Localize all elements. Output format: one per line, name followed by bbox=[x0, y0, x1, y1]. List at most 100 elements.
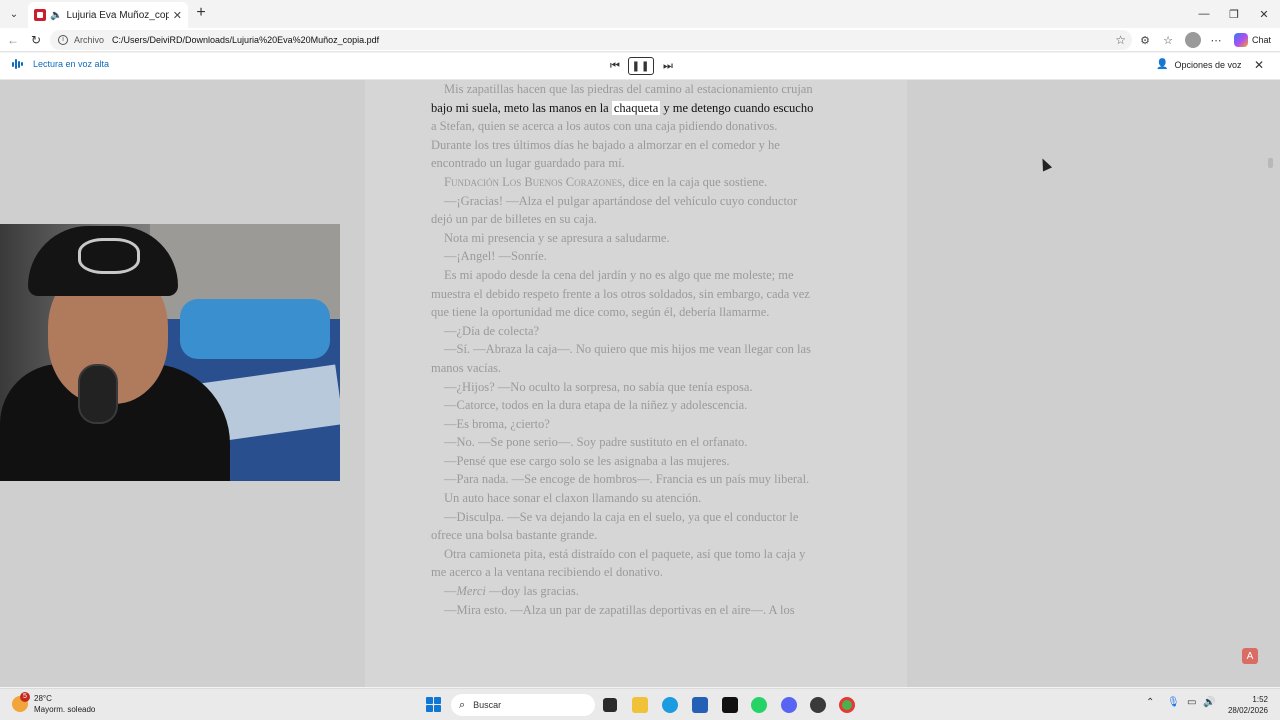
pdf-favicon-icon bbox=[34, 9, 46, 21]
close-window-button[interactable]: ✕ bbox=[1248, 0, 1280, 28]
tab-strip: ⌄ 🔈 Lujuria Eva Muñoz_copia.pdf ✕ + — ❐ … bbox=[0, 0, 1280, 28]
text-line: Mis zapatillas hacen que las piedras del… bbox=[444, 82, 813, 96]
copilot-chat-button[interactable]: Chat bbox=[1234, 31, 1271, 49]
text-line: —No. —Se pone serio—. Soy padre sustitut… bbox=[444, 435, 748, 450]
text-line: manos vacías. bbox=[431, 360, 502, 375]
text-line: —¿Hijos? —No oculto la sorpresa, no sabí… bbox=[444, 379, 753, 394]
url-text[interactable]: C:/Users/DeiviRD/Downloads/Lujuria%20Eva… bbox=[112, 35, 379, 45]
text-line: encontrado un lugar guardado para mí. bbox=[431, 156, 625, 171]
pause-button[interactable]: ❚❚ bbox=[628, 57, 654, 75]
next-paragraph-icon[interactable]: ⏭ bbox=[660, 57, 676, 75]
text-line: —¡Angel! —Sonríe. bbox=[444, 249, 547, 264]
taskbar-search[interactable]: ⌕ Buscar bbox=[451, 694, 595, 716]
back-icon[interactable]: ← bbox=[4, 31, 22, 49]
capcut-icon[interactable] bbox=[722, 697, 738, 713]
text-line: Otra camioneta pita, está distraído con … bbox=[444, 546, 806, 561]
taskbar: 5 28°C Mayorm. soleado ⌕ Buscar ⌃ 🎙 ▭ 🔊 … bbox=[0, 688, 1280, 720]
text-line-reading: bajo mi suela, meto las manos en la chaq… bbox=[431, 100, 814, 115]
audio-playing-icon[interactable]: 🔈 bbox=[50, 10, 62, 21]
restore-button[interactable]: ❐ bbox=[1218, 0, 1250, 28]
read-aloud-indicator: Lectura en voz alta bbox=[12, 59, 109, 69]
weather-temperature: 28°C bbox=[34, 694, 52, 703]
text-line: Un auto hace sonar el claxon llamando su… bbox=[444, 491, 702, 506]
app-icon[interactable] bbox=[810, 697, 826, 713]
scrollbar-thumb[interactable] bbox=[1268, 158, 1273, 168]
weather-widget[interactable]: 5 28°C Mayorm. soleado bbox=[12, 692, 96, 715]
cap-logo-icon bbox=[78, 238, 140, 274]
refresh-icon[interactable]: ↻ bbox=[27, 31, 45, 49]
text-line: dejó un par de billetes en su caja. bbox=[431, 212, 597, 227]
text-line: —Merci —doy las gracias. bbox=[444, 584, 579, 599]
discord-icon[interactable] bbox=[781, 697, 797, 713]
text-line: —Es broma, ¿cierto? bbox=[444, 416, 550, 431]
webcam-pillow bbox=[180, 299, 330, 359]
address-toolbar: ← ↻ i Archivo C:/Users/DeiviRD/Downloads… bbox=[0, 28, 1280, 52]
whatsapp-icon[interactable] bbox=[751, 697, 767, 713]
site-info-icon[interactable]: i bbox=[58, 35, 68, 45]
extensions-icon[interactable]: ⚙ bbox=[1137, 32, 1153, 48]
edge-icon[interactable] bbox=[662, 697, 678, 713]
text-line: —Catorce, todos en la dura etapa de la n… bbox=[444, 398, 748, 413]
text-line: Durante los tres últimos días he bajado … bbox=[431, 137, 780, 152]
text-line: —Disculpa. —Se va dejando la caja en el … bbox=[444, 509, 799, 524]
text-line: —Sí. —Abraza la caja—. No quiero que mis… bbox=[444, 342, 811, 357]
audio-wave-icon bbox=[12, 59, 23, 69]
voice-options-label: Opciones de voz bbox=[1174, 59, 1242, 70]
text-line: —¡Gracias! —Alza el pulgar apartándose d… bbox=[444, 193, 798, 208]
microphone-icon bbox=[78, 364, 118, 424]
address-bar[interactable]: i Archivo C:/Users/DeiviRD/Downloads/Luj… bbox=[50, 30, 1132, 50]
text-line: Nota mi presencia y se apresura a saluda… bbox=[444, 230, 670, 245]
sun-icon: 5 bbox=[12, 692, 30, 712]
url-scheme-label: Archivo bbox=[74, 35, 105, 45]
text-line: Fundación Los Buenos Corazones, dice en … bbox=[444, 174, 768, 189]
webcam-overlay bbox=[0, 224, 340, 481]
text-line: Es mi apodo desde la cena del jardín y n… bbox=[444, 267, 794, 282]
profile-avatar[interactable] bbox=[1185, 32, 1201, 48]
text-line: muestra el debido respeto frente a los o… bbox=[431, 286, 810, 301]
close-tab-icon[interactable]: ✕ bbox=[173, 9, 182, 22]
more-options-icon[interactable]: ⋯ bbox=[1208, 32, 1224, 48]
new-tab-button[interactable]: + bbox=[192, 4, 210, 22]
text-line: que tiene la oportunidad me dice como, s… bbox=[431, 305, 770, 320]
system-clock[interactable]: 1:52 28/02/2026 bbox=[1226, 694, 1268, 716]
weather-condition: Mayorm. soleado bbox=[34, 705, 96, 714]
close-read-aloud-icon[interactable]: ✕ bbox=[1254, 58, 1264, 72]
pdf-page: Mis zapatillas hacen que las piedras del… bbox=[365, 80, 907, 687]
tab-title: Lujuria Eva Muñoz_copia.pdf bbox=[66, 9, 169, 21]
start-button[interactable] bbox=[426, 697, 441, 712]
text-line: —¿Día de colecta? bbox=[444, 323, 540, 338]
text-line: —Pensé que ese cargo solo se les asignab… bbox=[444, 453, 730, 468]
copilot-icon bbox=[1234, 33, 1248, 47]
favorites-icon[interactable]: ☆ bbox=[1160, 32, 1176, 48]
clock-time: 1:52 bbox=[1252, 695, 1268, 704]
search-icon: ⌕ bbox=[459, 698, 466, 711]
text-line: a Stefan, quien se acerca a los autos co… bbox=[431, 119, 778, 134]
store-icon[interactable] bbox=[692, 697, 708, 713]
current-word-highlight: chaqueta bbox=[611, 100, 661, 115]
voice-settings-icon: 👤 bbox=[1156, 59, 1169, 70]
text-line: —Mira esto. —Alza un par de zapatillas d… bbox=[444, 602, 795, 617]
notification-badge: 5 bbox=[20, 692, 30, 702]
text-line: ofrece una bolsa bastante grande. bbox=[431, 528, 598, 543]
active-tab[interactable]: 🔈 Lujuria Eva Muñoz_copia.pdf ✕ bbox=[28, 2, 188, 28]
acrobat-icon[interactable]: A bbox=[1242, 648, 1258, 664]
page-text: Mis zapatillas hacen que las piedras del… bbox=[431, 80, 839, 619]
microphone-tray-icon[interactable]: 🎙 bbox=[1167, 697, 1180, 708]
previous-paragraph-icon[interactable]: ⏮ bbox=[607, 57, 623, 75]
read-aloud-label: Lectura en voz alta bbox=[33, 59, 110, 69]
file-explorer-icon[interactable] bbox=[632, 697, 648, 713]
clock-date: 28/02/2026 bbox=[1227, 706, 1268, 715]
mouse-cursor-icon bbox=[1037, 156, 1053, 172]
network-icon[interactable]: ▭ bbox=[1187, 697, 1196, 708]
chrome-icon[interactable] bbox=[839, 697, 855, 713]
chat-label: Chat bbox=[1252, 35, 1272, 45]
task-view-icon[interactable] bbox=[603, 698, 617, 712]
favorite-star-icon[interactable]: ☆ bbox=[1115, 33, 1126, 47]
tab-actions-menu-button[interactable]: ⌄ bbox=[4, 4, 24, 24]
read-aloud-toolbar: Lectura en voz alta ⏮ ❚❚ ⏭ 👤 Opciones de… bbox=[0, 53, 1280, 80]
voice-options-button[interactable]: 👤 Opciones de voz bbox=[1156, 59, 1242, 70]
volume-icon[interactable]: 🔊 bbox=[1203, 697, 1215, 708]
show-hidden-icons-icon[interactable]: ⌃ bbox=[1146, 697, 1154, 708]
search-placeholder: Buscar bbox=[473, 700, 502, 710]
minimize-button[interactable]: — bbox=[1188, 0, 1220, 28]
